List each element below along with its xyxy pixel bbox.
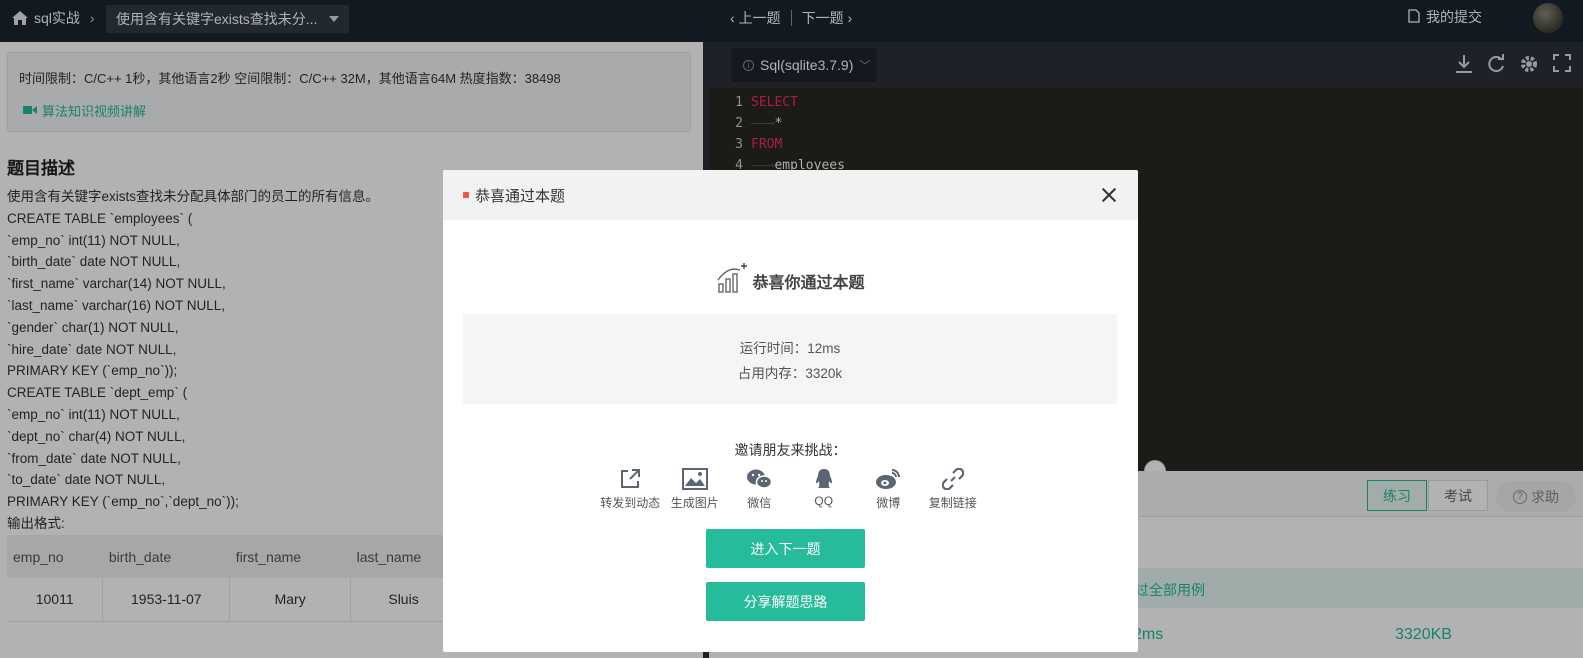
- image-icon: [681, 468, 708, 490]
- stats-box: 运行时间：12ms 占用内存：3320k: [463, 314, 1117, 404]
- share-share-out-button[interactable]: 转发到动态: [598, 468, 663, 511]
- next-problem-button[interactable]: 进入下一题: [706, 529, 865, 568]
- share-label: 复制链接: [928, 496, 977, 510]
- share-label: 微博: [876, 496, 901, 510]
- share-wechat-button[interactable]: 微信: [727, 468, 792, 511]
- share-label: 生成图片: [670, 496, 719, 510]
- congrats-text: 恭喜你通过本题: [752, 274, 865, 292]
- weibo-icon: [875, 468, 901, 490]
- share-label: QQ: [814, 494, 834, 508]
- modal-header: 恭喜通过本题: [443, 170, 1138, 220]
- congrats-heading: 恭喜你通过本题: [443, 262, 1138, 299]
- link-icon: [941, 468, 964, 490]
- qq-icon: [813, 468, 835, 490]
- modal-title: 恭喜通过本题: [475, 187, 566, 205]
- trophy-chart-icon: [716, 262, 748, 299]
- share-link-button[interactable]: 复制链接: [921, 468, 986, 511]
- success-modal: 恭喜通过本题 恭喜你通过本题 运行时间：12ms 占用内存：3320k 邀请朋友…: [443, 170, 1138, 652]
- share-out-icon: [619, 468, 641, 490]
- share-label: 微信: [747, 496, 772, 510]
- share-label: 转发到动态: [600, 496, 661, 510]
- header-marker-icon: [463, 192, 469, 198]
- share-solution-button[interactable]: 分享解题思路: [706, 582, 865, 621]
- invite-text: 邀请朋友来挑战：: [734, 442, 847, 458]
- share-options: 转发到动态 生成图片 微信 QQ 微博 复制链接: [598, 468, 985, 511]
- close-icon[interactable]: [1100, 186, 1118, 204]
- share-weibo-button[interactable]: 微博: [856, 468, 921, 511]
- share-qq-button[interactable]: QQ: [792, 468, 857, 511]
- runtime-stat: 运行时间：12ms: [739, 341, 841, 356]
- memory-stat: 占用内存：3320k: [737, 366, 843, 381]
- share-image-button[interactable]: 生成图片: [663, 468, 728, 511]
- wechat-icon: [746, 468, 773, 490]
